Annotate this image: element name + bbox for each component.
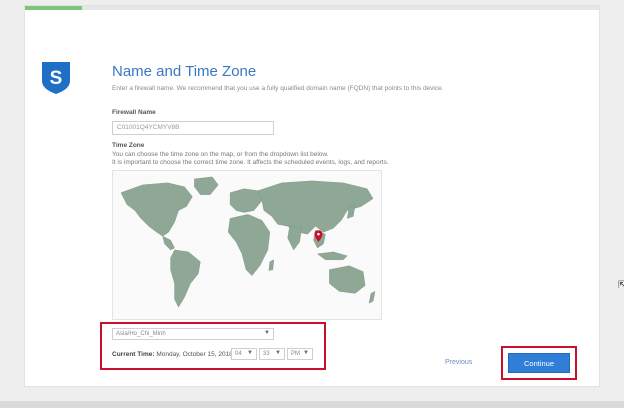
- current-date: Monday, October 15, 2018,: [156, 351, 235, 358]
- progress-fill: [25, 6, 83, 10]
- map-north-america: [120, 182, 193, 237]
- chevron-down-icon: ▼: [275, 350, 281, 356]
- sophos-shield-icon: S: [42, 62, 70, 94]
- logo-letter: S: [50, 68, 63, 89]
- time-zone-map[interactable]: [112, 170, 382, 320]
- ampm-select[interactable]: PM ▼: [287, 348, 313, 360]
- map-greenland: [194, 176, 219, 195]
- current-time-row: Current Time: Monday, October 15, 2018,: [112, 351, 235, 358]
- map-south-america: [170, 249, 201, 308]
- previous-button[interactable]: Previous: [445, 359, 472, 366]
- map-australia: [329, 265, 366, 294]
- map-asia: [257, 180, 374, 235]
- firewall-name-label: Firewall Name: [112, 109, 156, 116]
- map-europe: [229, 188, 263, 213]
- minute-select[interactable]: 33 ▼: [259, 348, 285, 360]
- hour-select[interactable]: 04 ▼: [231, 348, 257, 360]
- firewall-name-input[interactable]: C01001Q4YCMYV8B: [112, 121, 274, 135]
- map-indonesia: [316, 251, 348, 260]
- page-subtitle: Enter a firewall name. We recommend that…: [112, 85, 444, 92]
- page-title: Name and Time Zone: [112, 63, 257, 80]
- setup-card: S Name and Time Zone Enter a firewall na…: [24, 5, 600, 387]
- map-india: [287, 226, 302, 251]
- minute-value: 33: [263, 351, 270, 357]
- chevron-down-icon: ▼: [303, 350, 309, 356]
- map-new-zealand: [368, 291, 376, 304]
- mouse-cursor-icon: ⇱: [618, 280, 624, 291]
- time-zone-select-value: Asia/Ho_Chi_Minh: [116, 331, 166, 337]
- ampm-value: PM: [291, 351, 300, 357]
- chevron-down-icon: ▼: [247, 350, 253, 356]
- time-zone-help-1: You can choose the time zone on the map,…: [112, 151, 329, 158]
- map-central-america: [162, 235, 175, 251]
- time-zone-help-2: It is important to choose the correct ti…: [112, 159, 389, 166]
- map-madagascar: [268, 259, 275, 271]
- hour-value: 04: [235, 351, 242, 357]
- bottom-scroll-bar[interactable]: [0, 401, 624, 408]
- time-zone-label: Time Zone: [112, 142, 145, 149]
- chevron-down-icon: ▼: [264, 330, 270, 336]
- current-time-label: Current Time:: [112, 351, 155, 358]
- time-zone-select[interactable]: Asia/Ho_Chi_Minh ▼: [112, 328, 274, 340]
- map-africa: [227, 214, 271, 276]
- progress-track: [25, 6, 599, 10]
- continue-button[interactable]: Continue: [508, 353, 570, 373]
